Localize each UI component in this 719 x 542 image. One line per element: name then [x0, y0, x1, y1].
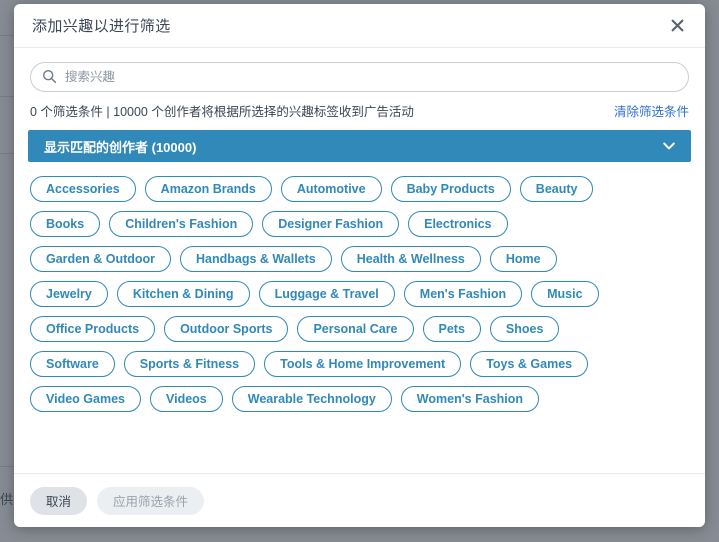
interest-tag[interactable]: Videos: [149, 386, 223, 412]
search-input[interactable]: [30, 62, 689, 92]
interest-tag[interactable]: Garden & Outdoor: [30, 246, 172, 272]
dialog-footer: 取消 应用筛选条件: [14, 473, 705, 527]
interest-tag[interactable]: Pets: [422, 316, 481, 342]
interest-tag[interactable]: Sports & Fitness: [123, 351, 256, 377]
matching-creators-banner[interactable]: 显示匹配的创作者 (10000): [28, 130, 691, 162]
interest-tag-list: Accessories Amazon Brands Automotive Bab…: [14, 162, 705, 473]
interest-tag[interactable]: Toys & Games: [470, 351, 589, 377]
interest-tag[interactable]: Software: [30, 351, 115, 377]
interest-tag[interactable]: Music: [531, 281, 599, 307]
tag-row: Software Sports & Fitness Tools & Home I…: [30, 351, 689, 377]
interest-tag[interactable]: Luggage & Travel: [258, 281, 395, 307]
interest-tag[interactable]: Automotive: [280, 176, 382, 202]
dialog-body: 0 个筛选条件 | 10000 个创作者将根据所选择的兴趣标签收到广告活动 清除…: [14, 48, 705, 473]
cancel-button[interactable]: 取消: [30, 486, 88, 515]
interest-tag[interactable]: Books: [30, 211, 101, 237]
interest-tag[interactable]: Women's Fashion: [400, 386, 540, 412]
interest-tag[interactable]: Amazon Brands: [144, 176, 272, 202]
interest-tag[interactable]: Beauty: [519, 176, 594, 202]
interest-tag[interactable]: Health & Wellness: [340, 246, 481, 272]
interest-tag[interactable]: Office Products: [30, 316, 156, 342]
interest-tag[interactable]: Video Games: [30, 386, 141, 412]
tag-row: Video Games Videos Wearable Technology W…: [30, 386, 689, 412]
interest-tag[interactable]: Men's Fashion: [403, 281, 523, 307]
chevron-down-icon[interactable]: [661, 138, 677, 154]
tag-row: Books Children's Fashion Designer Fashio…: [30, 211, 689, 237]
interest-tag[interactable]: Children's Fashion: [109, 211, 254, 237]
interest-tag[interactable]: Wearable Technology: [231, 386, 392, 412]
tag-row: Jewelry Kitchen & Dining Luggage & Trave…: [30, 281, 689, 307]
apply-filters-button[interactable]: 应用筛选条件: [97, 486, 205, 515]
clear-filters-link[interactable]: 清除筛选条件: [614, 101, 689, 120]
tag-row: Accessories Amazon Brands Automotive Bab…: [30, 176, 689, 202]
matching-creators-label: 显示匹配的创作者 (10000): [44, 139, 197, 155]
tag-row: Office Products Outdoor Sports Personal …: [30, 316, 689, 342]
close-button[interactable]: [663, 12, 691, 40]
interest-tag[interactable]: Kitchen & Dining: [116, 281, 250, 307]
interest-tag[interactable]: Outdoor Sports: [164, 316, 289, 342]
status-row: 0 个筛选条件 | 10000 个创作者将根据所选择的兴趣标签收到广告活动 清除…: [14, 92, 705, 130]
interest-filter-dialog: 添加兴趣以进行筛选 0 个筛选条件 | 10000 个创: [14, 4, 705, 527]
interest-tag[interactable]: Designer Fashion: [262, 211, 400, 237]
interest-tag[interactable]: Electronics: [408, 211, 508, 237]
search-row: [14, 48, 705, 92]
tag-row: Garden & Outdoor Handbags & Wallets Heal…: [30, 246, 689, 272]
interest-tag[interactable]: Jewelry: [30, 281, 108, 307]
interest-tag[interactable]: Home: [489, 246, 557, 272]
search-wrap: [30, 62, 689, 92]
interest-tag[interactable]: Handbags & Wallets: [180, 246, 332, 272]
filter-status-text: 0 个筛选条件 | 10000 个创作者将根据所选择的兴趣标签收到广告活动: [30, 105, 414, 119]
page-title: 添加兴趣以进行筛选: [32, 18, 171, 35]
interest-tag[interactable]: Shoes: [489, 316, 560, 342]
interest-tag[interactable]: Baby Products: [390, 176, 511, 202]
close-icon: [671, 19, 684, 32]
interest-tag[interactable]: Tools & Home Improvement: [264, 351, 462, 377]
interest-tag[interactable]: Personal Care: [297, 316, 414, 342]
interest-tag[interactable]: Accessories: [30, 176, 136, 202]
dialog-header: 添加兴趣以进行筛选: [14, 4, 705, 48]
